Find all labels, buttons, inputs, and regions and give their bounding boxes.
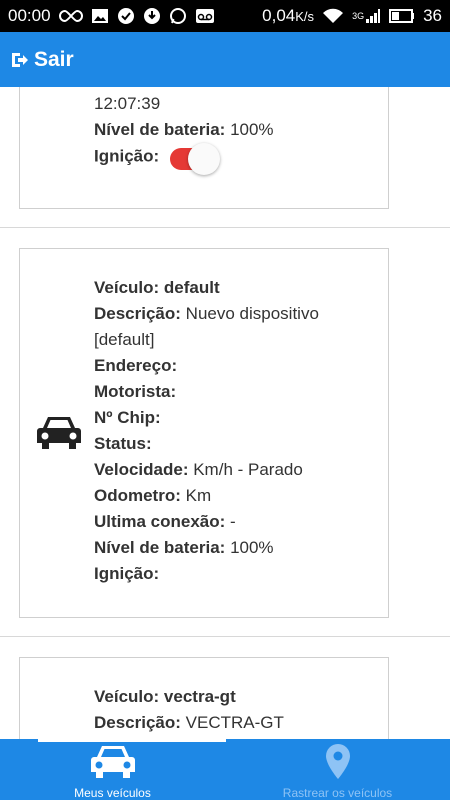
- divider: [38, 739, 226, 742]
- whatsapp-icon: [169, 7, 187, 25]
- map-marker-icon: [325, 743, 351, 784]
- field-speed: Velocidade: Km/h - Parado: [94, 460, 303, 479]
- nav-track-vehicles[interactable]: Rastrear os veículos: [225, 739, 450, 800]
- field-odometer: Odometro: Km: [94, 486, 212, 505]
- nav-my-vehicles[interactable]: Meus veículos: [0, 739, 225, 800]
- nav-label: Meus veículos: [74, 786, 151, 800]
- field-description: Descrição: Nuevo dispositivo [default]: [94, 304, 319, 349]
- vehicle-card[interactable]: Veículo: default Descrição: Nuevo dispos…: [19, 248, 389, 618]
- wifi-icon: [322, 8, 344, 24]
- field-battery: Nível de bateria: 100%: [94, 538, 274, 557]
- bottom-navigation: Meus veículos Rastrear os veículos: [0, 739, 450, 800]
- field-description: Descrição: VECTRA-GT: [94, 713, 284, 732]
- field-last-connection: Ultima conexão: -: [94, 512, 236, 531]
- infinity-icon: [58, 9, 83, 23]
- voicemail-icon: [195, 8, 215, 24]
- divider: [0, 227, 450, 228]
- ignition-toggle[interactable]: [169, 143, 220, 175]
- nav-label: Rastrear os veículos: [282, 786, 393, 800]
- exit-button[interactable]: Sair: [10, 48, 74, 72]
- field-status: Status:: [94, 434, 152, 453]
- vehicle-card[interactable]: 12:07:39 Nível de bateria: 100% Ignição:: [19, 87, 389, 209]
- download-circle-icon: [143, 7, 161, 25]
- status-time: 00:00: [8, 6, 51, 25]
- field-vehicle: Veículo: vectra-gt: [94, 687, 236, 706]
- field-chip: Nº Chip:: [94, 408, 161, 427]
- battery-icon: [389, 9, 415, 23]
- vehicle-card[interactable]: Veículo: vectra-gt Descrição: VECTRA-GT: [19, 657, 389, 739]
- signal-icon: 3G: [352, 8, 381, 24]
- car-icon: [35, 414, 83, 457]
- ignition-row: Ignição:: [94, 143, 384, 175]
- vehicle-list[interactable]: 12:07:39 Nível de bateria: 100% Ignição:…: [0, 87, 450, 739]
- check-circle-icon: [117, 7, 135, 25]
- last-update-time: 12:07:39: [94, 94, 161, 113]
- field-vehicle: Veículo: default: [94, 278, 220, 297]
- image-icon: [91, 8, 109, 24]
- field-driver: Motorista:: [94, 382, 177, 401]
- exit-label: Sair: [34, 47, 74, 71]
- battery-row: Nível de bateria: 100%: [94, 120, 274, 139]
- exit-icon: [10, 50, 30, 70]
- data-speed: 0,04K/s: [262, 6, 315, 25]
- status-bar: 00:00 0,04K/s 3G 36: [0, 0, 450, 32]
- divider: [0, 636, 450, 637]
- battery-level: 36: [423, 6, 442, 25]
- app-bar: Sair: [0, 32, 450, 87]
- field-address: Endereço:: [94, 356, 178, 375]
- car-icon: [88, 743, 138, 784]
- field-ignition: Ignição:: [94, 564, 160, 583]
